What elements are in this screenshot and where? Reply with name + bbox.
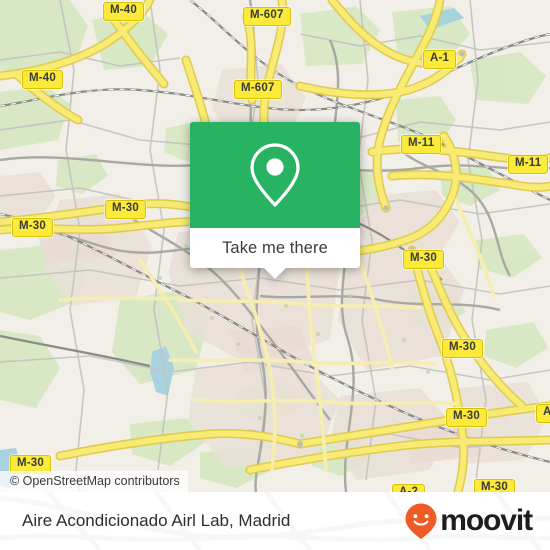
map-pin-icon xyxy=(250,143,300,207)
popup-pointer-tail xyxy=(264,268,286,279)
road-shield-m607-top: M-607 xyxy=(243,7,291,26)
page-title: Aire Acondicionado Airl Lab, Madrid xyxy=(22,511,291,530)
road-shield-a1: A-1 xyxy=(423,50,457,69)
road-shield-m607-mid: M-607 xyxy=(234,80,282,99)
place-popup-card[interactable]: Take me there xyxy=(190,122,360,279)
road-shield-m30-upper: M-30 xyxy=(105,200,147,219)
footer-bar: Aire Acondicionado Airl Lab, Madrid moov… xyxy=(0,492,550,550)
popup-icon-area xyxy=(190,122,360,228)
take-me-there-button[interactable]: Take me there xyxy=(222,239,328,258)
road-shield-m30-bottom: M-30 xyxy=(474,479,516,492)
road-shield-m30-left: M-30 xyxy=(12,218,54,237)
map-attribution[interactable]: © OpenStreetMap contributors xyxy=(0,471,188,492)
road-shield-m30-se: M-30 xyxy=(446,408,488,427)
road-shield-m30-mid: M-30 xyxy=(442,339,484,358)
moovit-wordmark: moovit xyxy=(440,504,533,537)
road-shield-m40-left: M-40 xyxy=(22,70,64,89)
road-shield-m30-east: M-30 xyxy=(403,250,445,269)
road-shield-a2: A-2 xyxy=(392,484,426,492)
road-shield-a-right: A- xyxy=(536,404,550,423)
popup-action-area[interactable]: Take me there xyxy=(190,228,360,279)
moovit-pin-smiley-icon xyxy=(405,503,437,539)
road-shield-m11-right: M-11 xyxy=(508,155,549,174)
road-shield-m40-top: M-40 xyxy=(103,2,145,21)
road-shield-m11-left: M-11 xyxy=(401,135,442,154)
moovit-logo[interactable]: moovit xyxy=(404,502,533,540)
map-viewport[interactable]: M-40 M-607 A-1 M-40 M-607 M-11 M-11 M-30… xyxy=(0,0,550,492)
